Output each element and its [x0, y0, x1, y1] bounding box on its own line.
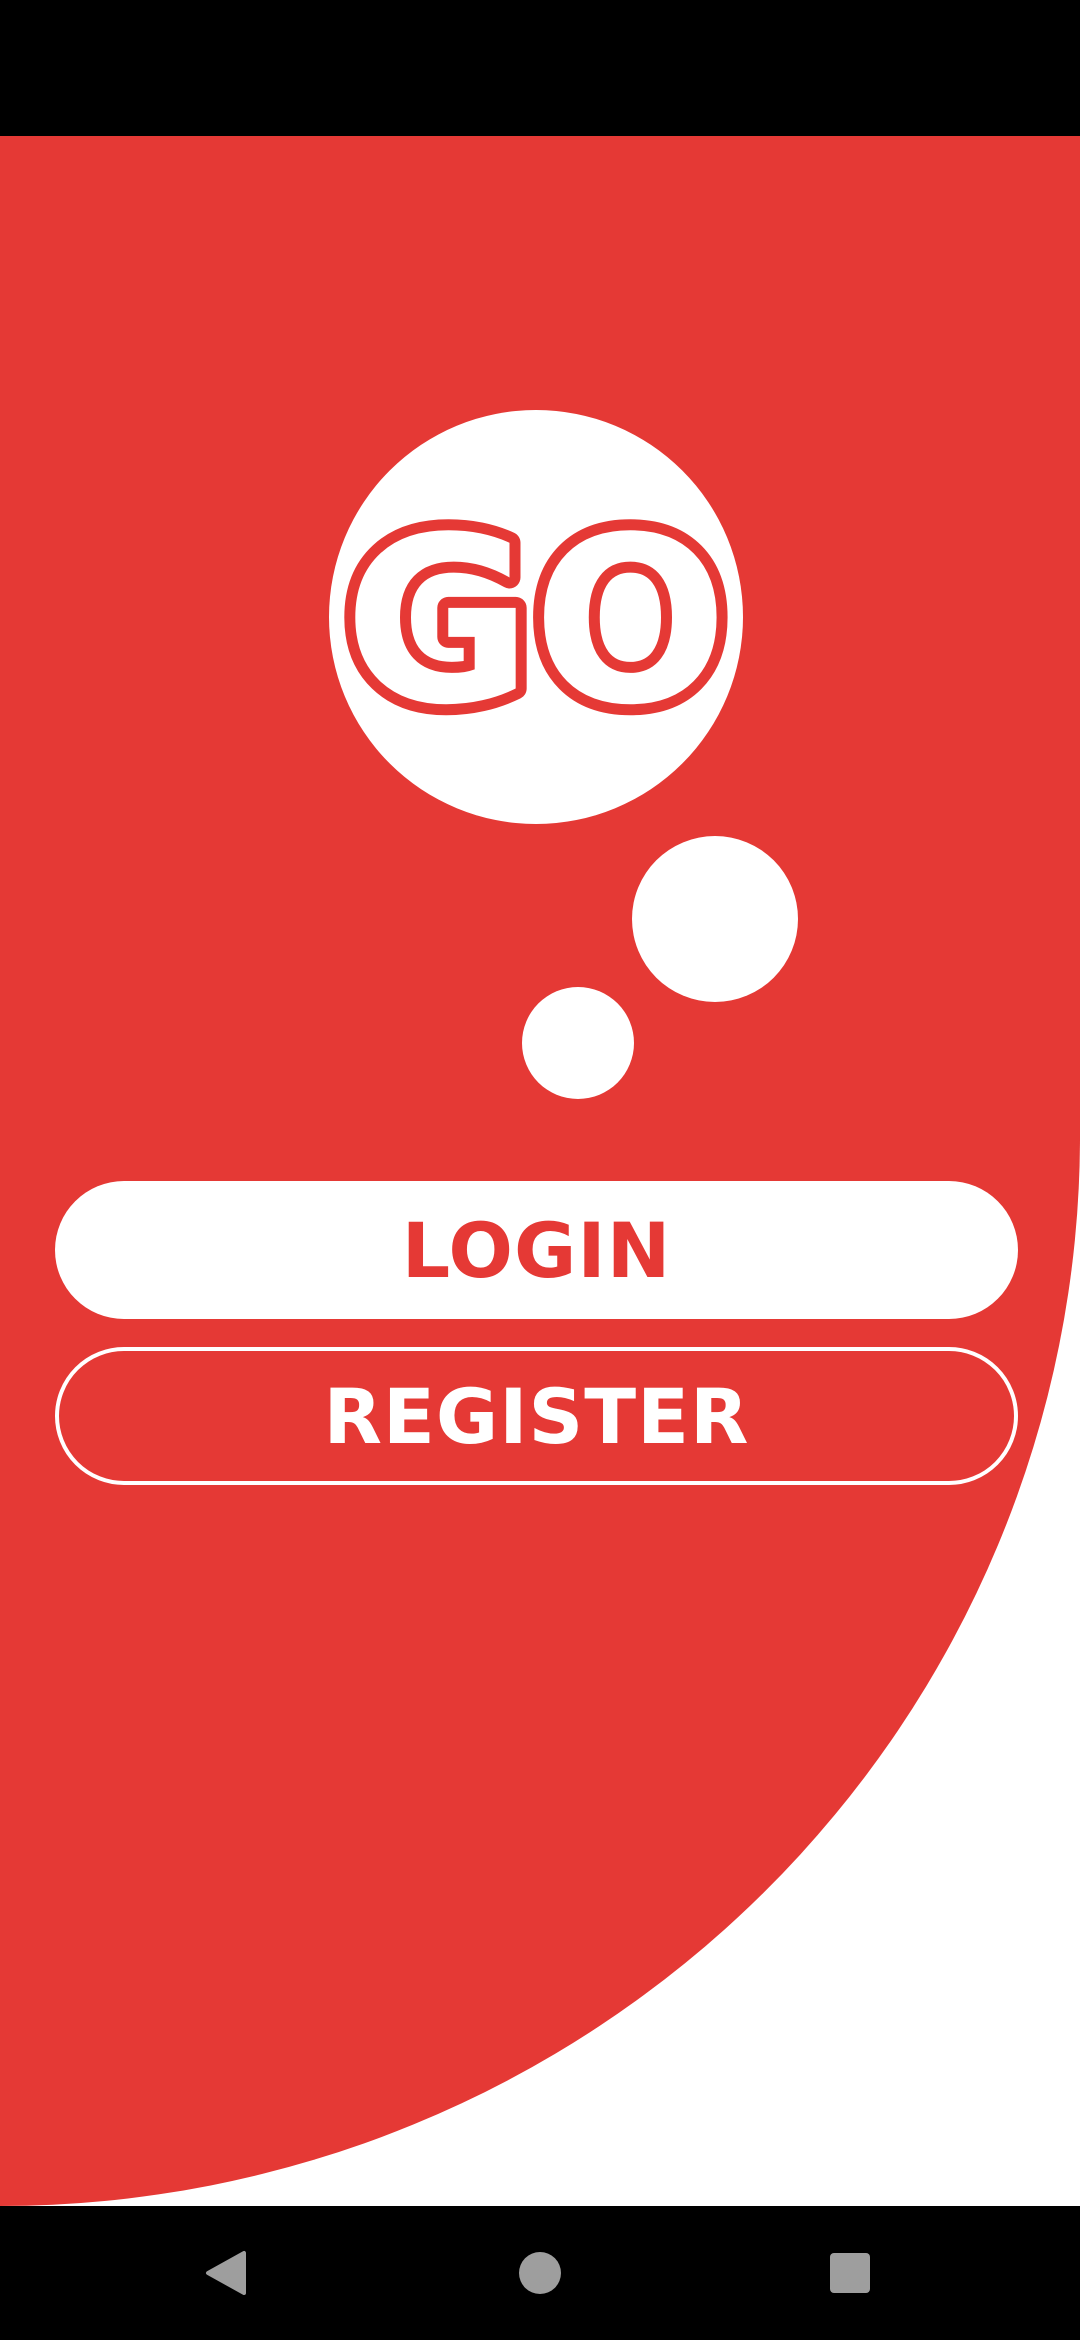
login-button[interactable]: LOGIN — [55, 1181, 1018, 1319]
back-button[interactable] — [146, 2206, 306, 2340]
thought-bubble-small — [522, 987, 634, 1099]
logo-mark: GO GO — [333, 478, 739, 767]
logo-text: GO — [344, 489, 728, 756]
home-circle-icon — [519, 2252, 561, 2294]
recents-button[interactable] — [770, 2206, 930, 2340]
app-screen: GO GO LOGIN REGISTER — [0, 0, 1080, 2340]
welcome-content: GO GO LOGIN REGISTER — [0, 136, 1080, 2206]
system-navigation-bar — [0, 2206, 1080, 2340]
register-button[interactable]: REGISTER — [55, 1347, 1018, 1485]
recents-square-icon — [830, 2253, 870, 2293]
thought-bubble-large — [632, 836, 798, 1002]
status-bar — [0, 0, 1080, 136]
app-logo: GO GO — [329, 410, 743, 824]
home-button[interactable] — [460, 2206, 620, 2340]
back-triangle-icon — [206, 2251, 246, 2295]
